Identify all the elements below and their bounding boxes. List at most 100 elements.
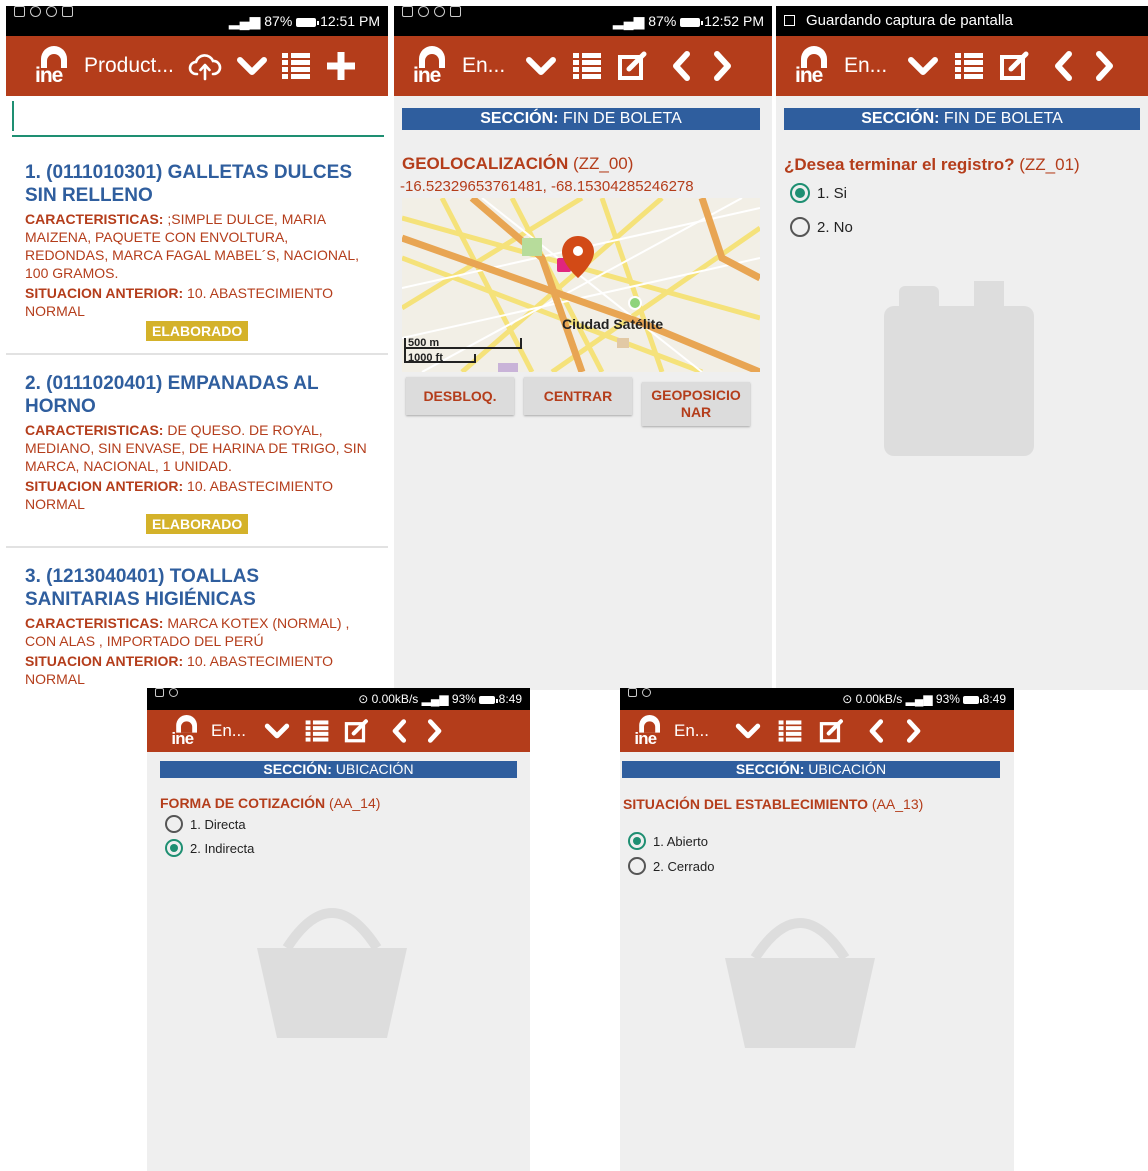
battery-icon — [296, 17, 320, 27]
item-title: 2. (0111020401) EMPANADAS AL HORNO — [25, 373, 319, 417]
status-right: ⊙ 0.00kB/s ▂▄▆ 93% 8:49 — [358, 692, 522, 706]
section-header: SECCIÓN: UBICACIÓN — [160, 761, 517, 778]
ine-logo: ine — [410, 44, 454, 88]
divider — [6, 353, 388, 355]
chevron-down-icon[interactable] — [735, 718, 761, 744]
list-item[interactable]: 2. (0111020401) EMPANADAS AL HORNO CARAC… — [6, 372, 388, 513]
option-closed[interactable]: 2. Cerrado — [628, 857, 714, 875]
plus-icon[interactable] — [324, 49, 358, 83]
option-direct[interactable]: 1. Directa — [165, 815, 246, 833]
item-previous-situation: SITUACION ANTERIOR: 10. ABASTECIMIENTO N… — [25, 653, 334, 687]
basket-watermark-icon — [247, 878, 417, 1058]
ine-logo: ine — [632, 713, 667, 748]
battery-icon — [479, 695, 499, 704]
ine-logo: ine — [32, 44, 76, 88]
list-icon[interactable] — [280, 50, 312, 82]
option-indirect[interactable]: 2. Indirecta — [165, 839, 254, 857]
edit-icon[interactable] — [819, 718, 845, 744]
chevron-right-icon[interactable] — [1091, 50, 1119, 82]
edit-icon[interactable] — [999, 50, 1031, 82]
chevron-right-icon[interactable] — [709, 50, 737, 82]
chevron-down-icon[interactable] — [907, 50, 939, 82]
screenshot-icon — [784, 15, 795, 26]
list-icon[interactable] — [777, 718, 803, 744]
establishment-question: SITUACIÓN DEL ESTABLECIMIENTO (AA_13) — [623, 796, 924, 812]
item-title: 1. (0111010301) GALLETAS DULCES SIN RELL… — [25, 162, 352, 206]
radio-unchecked-icon[interactable] — [628, 857, 646, 875]
ipc-watermark-icon — [864, 266, 1064, 506]
status-right: ▂▄▆ 87% 12:52 PM — [612, 13, 764, 29]
status-time: 12:52 PM — [704, 13, 764, 29]
phone-screen-geolocation: ▂▄▆ 87% 12:52 PM ine En... SECCIÓN: FIN … — [394, 6, 772, 690]
status-time: 8:49 — [498, 692, 522, 706]
notification-icons — [628, 688, 651, 697]
toolbar-title: En... — [462, 54, 506, 77]
map-scale-meters: 500 m — [408, 337, 439, 349]
toolbar-title: Product... — [84, 54, 174, 77]
radio-checked-icon[interactable] — [790, 183, 810, 203]
phone-screen-establishment-status: ⊙ 0.00kB/s ▂▄▆ 93% 8:49 ine En... SECCIÓ… — [620, 688, 1014, 1171]
notification-icons — [155, 688, 178, 697]
status-bar: ⊙ 0.00kB/s ▂▄▆ 93% 8:49 — [147, 688, 530, 710]
map-place-label: Ciudad Satélite — [562, 316, 663, 332]
list-icon[interactable] — [304, 718, 330, 744]
chevron-down-icon[interactable] — [236, 50, 268, 82]
basket-watermark-icon — [715, 888, 885, 1068]
radio-checked-icon[interactable] — [165, 839, 183, 857]
list-item[interactable]: 1. (0111010301) GALLETAS DULCES SIN RELL… — [6, 161, 388, 320]
ine-logo: ine — [169, 713, 204, 748]
list-item[interactable]: 3. (1213040401) TOALLAS SANITARIAS HIGIÉ… — [6, 565, 388, 688]
status-text: Guardando captura de pantalla — [806, 12, 1013, 29]
toolbar-title: En... — [211, 721, 246, 740]
section-header: SECCIÓN: FIN DE BOLETA — [402, 108, 760, 130]
phone-screen-finish: Guardando captura de pantalla ine En... … — [776, 6, 1148, 690]
chevron-down-icon[interactable] — [525, 50, 557, 82]
chevron-down-icon[interactable] — [264, 718, 290, 744]
map-scale-feet: 1000 ft — [408, 352, 443, 364]
chevron-left-icon[interactable] — [667, 50, 695, 82]
geolocation-coordinates: -16.52329653761481, -68.15304285246278 — [400, 178, 694, 195]
status-time: 12:51 PM — [320, 13, 380, 29]
notification-icons — [14, 6, 73, 17]
radio-unchecked-icon[interactable] — [790, 217, 810, 237]
status-right: ⊙ 0.00kB/s ▂▄▆ 93% 8:49 — [842, 692, 1006, 706]
geoposition-button[interactable]: GEOPOSICIO NAR — [642, 382, 750, 426]
battery-icon — [963, 695, 983, 704]
section-header: SECCIÓN: FIN DE BOLETA — [784, 108, 1140, 130]
quotation-question: FORMA DE COTIZACIÓN (AA_14) — [160, 795, 381, 811]
status-bar: ⊙ 0.00kB/s ▂▄▆ 93% 8:49 — [620, 688, 1014, 710]
option-open[interactable]: 1. Abierto — [628, 832, 708, 850]
option-no[interactable]: 2. No — [790, 217, 853, 237]
chevron-right-icon[interactable] — [903, 718, 925, 744]
radio-unchecked-icon[interactable] — [165, 815, 183, 833]
finish-question: ¿Desea terminar el registro? (ZZ_01) — [784, 155, 1080, 174]
edit-icon[interactable] — [344, 718, 370, 744]
toolbar-title: En... — [674, 721, 709, 740]
status-badge: ELABORADO — [146, 321, 249, 341]
option-yes[interactable]: 1. Si — [790, 183, 847, 203]
list-icon[interactable] — [571, 50, 603, 82]
chevron-left-icon[interactable] — [388, 718, 410, 744]
chevron-left-icon[interactable] — [865, 718, 887, 744]
edit-icon[interactable] — [617, 50, 649, 82]
status-right: ▂▄▆ 87% 12:51 PM — [228, 13, 380, 29]
chevron-left-icon[interactable] — [1049, 50, 1077, 82]
chevron-right-icon[interactable] — [424, 718, 446, 744]
app-toolbar: ine En... — [147, 710, 530, 752]
unlock-button[interactable]: DESBLOQ. — [406, 377, 514, 415]
geolocation-question: GEOLOCALIZACIÓN (ZZ_00) — [402, 154, 634, 173]
status-bar: Guardando captura de pantalla — [776, 6, 1148, 36]
phone-screen-quotation-form: ⊙ 0.00kB/s ▂▄▆ 93% 8:49 ine En... SECCIÓ… — [147, 688, 530, 1171]
notification-icons — [402, 6, 461, 17]
radio-checked-icon[interactable] — [628, 832, 646, 850]
search-input[interactable] — [12, 101, 384, 137]
battery-icon — [680, 17, 704, 27]
list-icon[interactable] — [953, 50, 985, 82]
cloud-sync-icon[interactable] — [188, 49, 222, 83]
app-toolbar: ine En... — [620, 710, 1014, 752]
item-title: 3. (1213040401) TOALLAS SANITARIAS HIGIÉ… — [25, 566, 260, 610]
center-button[interactable]: CENTRAR — [524, 377, 632, 415]
app-toolbar: ine En... — [776, 36, 1148, 96]
map-view[interactable]: Ciudad Satélite 500 m 1000 ft — [402, 198, 760, 372]
status-bar: ▂▄▆ 87% 12:51 PM — [6, 6, 388, 36]
